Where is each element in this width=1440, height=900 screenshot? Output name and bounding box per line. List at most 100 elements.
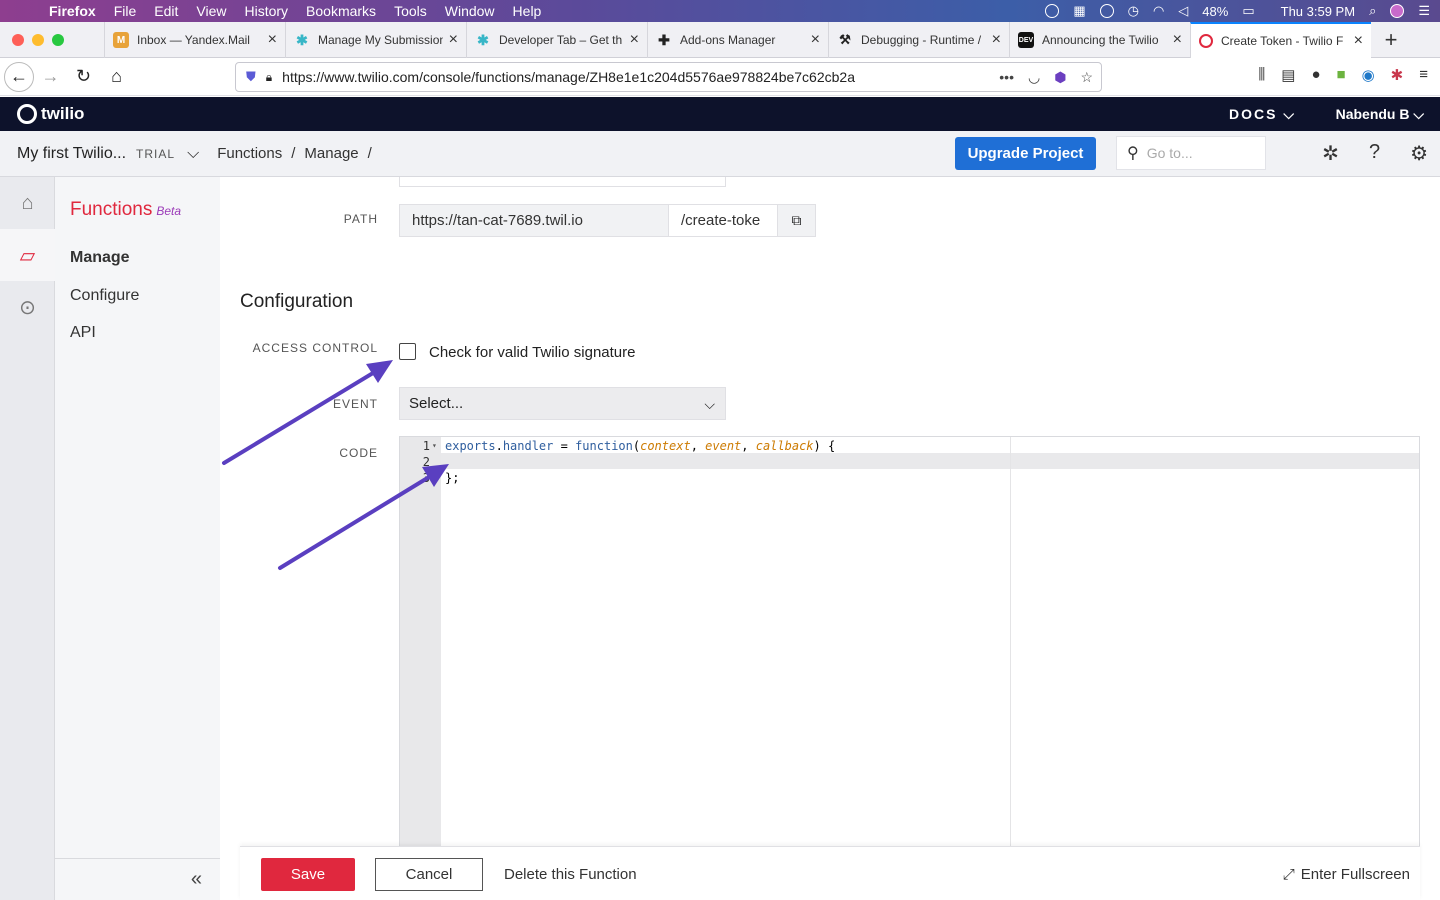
project-name[interactable]: My first Twilio... [17, 145, 126, 163]
menu-edit[interactable]: Edit [145, 3, 187, 19]
close-icon[interactable]: × [268, 31, 277, 49]
menu-history[interactable]: History [235, 3, 297, 19]
back-button[interactable]: ← [4, 61, 34, 92]
code-token: function [575, 439, 633, 453]
pocket-icon[interactable]: ◡ [1028, 69, 1040, 86]
path-label: PATH [343, 212, 378, 226]
notification-center-icon[interactable]: ☰ [1418, 3, 1430, 19]
time-machine-icon[interactable]: ◷ [1128, 3, 1139, 19]
twd-extension-icon[interactable]: ● [1311, 66, 1320, 84]
gear-icon[interactable]: ⚙ [1410, 141, 1428, 166]
code-line-1[interactable]: exports.handler = function(context, even… [445, 439, 835, 453]
docs-menu[interactable]: DOCS ⌵ [1229, 106, 1296, 123]
line-number: 3 [422, 471, 430, 485]
tab-create-token[interactable]: Create Token - Twilio F × [1190, 22, 1371, 58]
zoom-window-button[interactable] [52, 33, 64, 46]
cancel-button[interactable]: Cancel [375, 858, 483, 891]
addon-badge-icon[interactable]: ■ [1337, 66, 1346, 84]
twilio-logo[interactable]: twilio [17, 104, 84, 124]
puzzle-icon: ✱ [477, 31, 489, 48]
docker-icon[interactable]: ▦ [1073, 3, 1085, 19]
tab-debugging[interactable]: ⚒ Debugging - Runtime / × [828, 22, 1009, 58]
wifi-icon[interactable]: ◠ [1153, 3, 1164, 19]
twilio-signature-checkbox[interactable] [399, 343, 416, 360]
more-rail-icon[interactable]: ⊙ [0, 281, 55, 333]
sidebar-item-configure[interactable]: Configure [70, 287, 139, 305]
code-token: . [495, 439, 503, 453]
functions-title-text: Functions [70, 199, 153, 220]
save-button[interactable]: Save [261, 858, 355, 891]
close-icon[interactable]: × [449, 31, 458, 49]
shield-icon[interactable]: ⛊ [246, 69, 256, 85]
code-token: handler [502, 439, 554, 453]
battery-icon[interactable]: ▭ [1242, 3, 1254, 19]
clock[interactable]: Thu 3:59 PM [1281, 4, 1355, 19]
collapse-sidebar-button[interactable]: « [55, 858, 220, 900]
more-icon[interactable]: ••• [999, 69, 1014, 86]
upgrade-project-button[interactable]: Upgrade Project [955, 137, 1096, 170]
tab-developer[interactable]: ✱ Developer Tab – Get th × [466, 22, 647, 58]
delete-function-link[interactable]: Delete this Function [504, 866, 637, 883]
bookmark-star-icon[interactable]: ☆ [1080, 69, 1093, 86]
close-icon[interactable]: × [1354, 32, 1363, 50]
menu-bookmarks[interactable]: Bookmarks [297, 3, 385, 19]
chevron-down-icon[interactable]: ⌵ [187, 145, 199, 163]
close-icon[interactable]: × [811, 31, 820, 49]
tab-label: Debugging - Runtime / [861, 33, 982, 47]
home-icon[interactable]: ⌂ [100, 62, 133, 92]
fold-arrow-icon[interactable]: ▾ [432, 441, 437, 450]
siri-icon[interactable] [1390, 4, 1405, 18]
tab-addons-manager[interactable]: ✚ Add-ons Manager × [647, 22, 828, 58]
breadcrumb-manage[interactable]: Manage [304, 145, 358, 162]
event-select[interactable]: Select... ⌵ [399, 387, 726, 420]
lock-icon[interactable]: 🔒︎ [266, 70, 272, 85]
close-icon[interactable]: × [1173, 31, 1182, 49]
reload-button[interactable]: ↻ [67, 62, 100, 92]
close-window-button[interactable] [12, 33, 24, 46]
forward-button[interactable]: → [34, 62, 67, 92]
new-tab-button[interactable]: + [1371, 22, 1411, 57]
goto-search-input[interactable]: ⚲ Go to... [1116, 136, 1266, 170]
sidebar-item-manage[interactable]: Manage [70, 249, 130, 267]
library-icon[interactable]: ⫼ [1258, 66, 1265, 84]
menu-window[interactable]: Window [436, 3, 504, 19]
extension-icon[interactable]: ⬢ [1054, 69, 1066, 86]
home-rail-icon[interactable]: ⌂ [0, 177, 55, 229]
user-menu[interactable]: Nabendu B ⌵ [1336, 106, 1424, 123]
close-icon[interactable]: × [630, 31, 639, 49]
volume-icon[interactable]: ◁ [1178, 3, 1188, 19]
breadcrumb-separator: / [367, 145, 372, 162]
hamburger-menu-icon[interactable]: ≡ [1419, 66, 1428, 84]
menu-app[interactable]: Firefox [40, 3, 105, 19]
spotlight-icon[interactable]: ⌕ [1369, 3, 1376, 19]
twilio-signature-label[interactable]: Check for valid Twilio signature [429, 344, 635, 361]
debugger-bug-icon[interactable]: ✲ [1322, 141, 1339, 166]
code-editor[interactable]: 1 ▾ 2 3 exports.handler = function(conte… [399, 436, 1420, 866]
tab-label: Manage My Submission [318, 33, 443, 47]
status-check-icon[interactable] [1045, 4, 1060, 18]
path-input[interactable]: /create-toke [668, 204, 778, 237]
tab-manage-submission[interactable]: ✱ Manage My Submission × [285, 22, 466, 58]
code-token: exports [445, 439, 496, 453]
url-bar[interactable]: ⛊ 🔒︎ https://www.twilio.com/console/func… [235, 62, 1102, 92]
menu-help[interactable]: Help [504, 3, 551, 19]
menu-tools[interactable]: Tools [385, 3, 436, 19]
functions-rail-icon[interactable]: ▱ [0, 229, 55, 281]
tab-announcing-twilio[interactable]: DEV Announcing the Twilio × [1009, 22, 1190, 58]
sidebar-item-api[interactable]: API [70, 324, 96, 342]
url-text[interactable]: https://www.twilio.com/console/functions… [282, 69, 855, 85]
menu-file[interactable]: File [105, 3, 146, 19]
breadcrumb-functions[interactable]: Functions [217, 145, 282, 162]
minimize-window-button[interactable] [32, 33, 44, 46]
code-line-3[interactable]: }; [445, 471, 459, 485]
menu-view[interactable]: View [187, 3, 235, 19]
help-icon[interactable]: ? [1369, 141, 1380, 166]
cloud-icon[interactable] [1099, 4, 1114, 18]
globe-extension-icon[interactable]: ◉ [1362, 66, 1375, 84]
sidebar-icon[interactable]: ▤ [1281, 66, 1295, 84]
enter-fullscreen-button[interactable]: ⤢ Enter Fullscreen [1283, 866, 1410, 883]
copy-path-button[interactable]: ⧉ [777, 204, 816, 237]
tab-yandex-mail[interactable]: M Inbox — Yandex.Mail × [104, 22, 285, 58]
close-icon[interactable]: × [992, 31, 1001, 49]
asterisk-extension-icon[interactable]: ✱ [1391, 66, 1404, 84]
